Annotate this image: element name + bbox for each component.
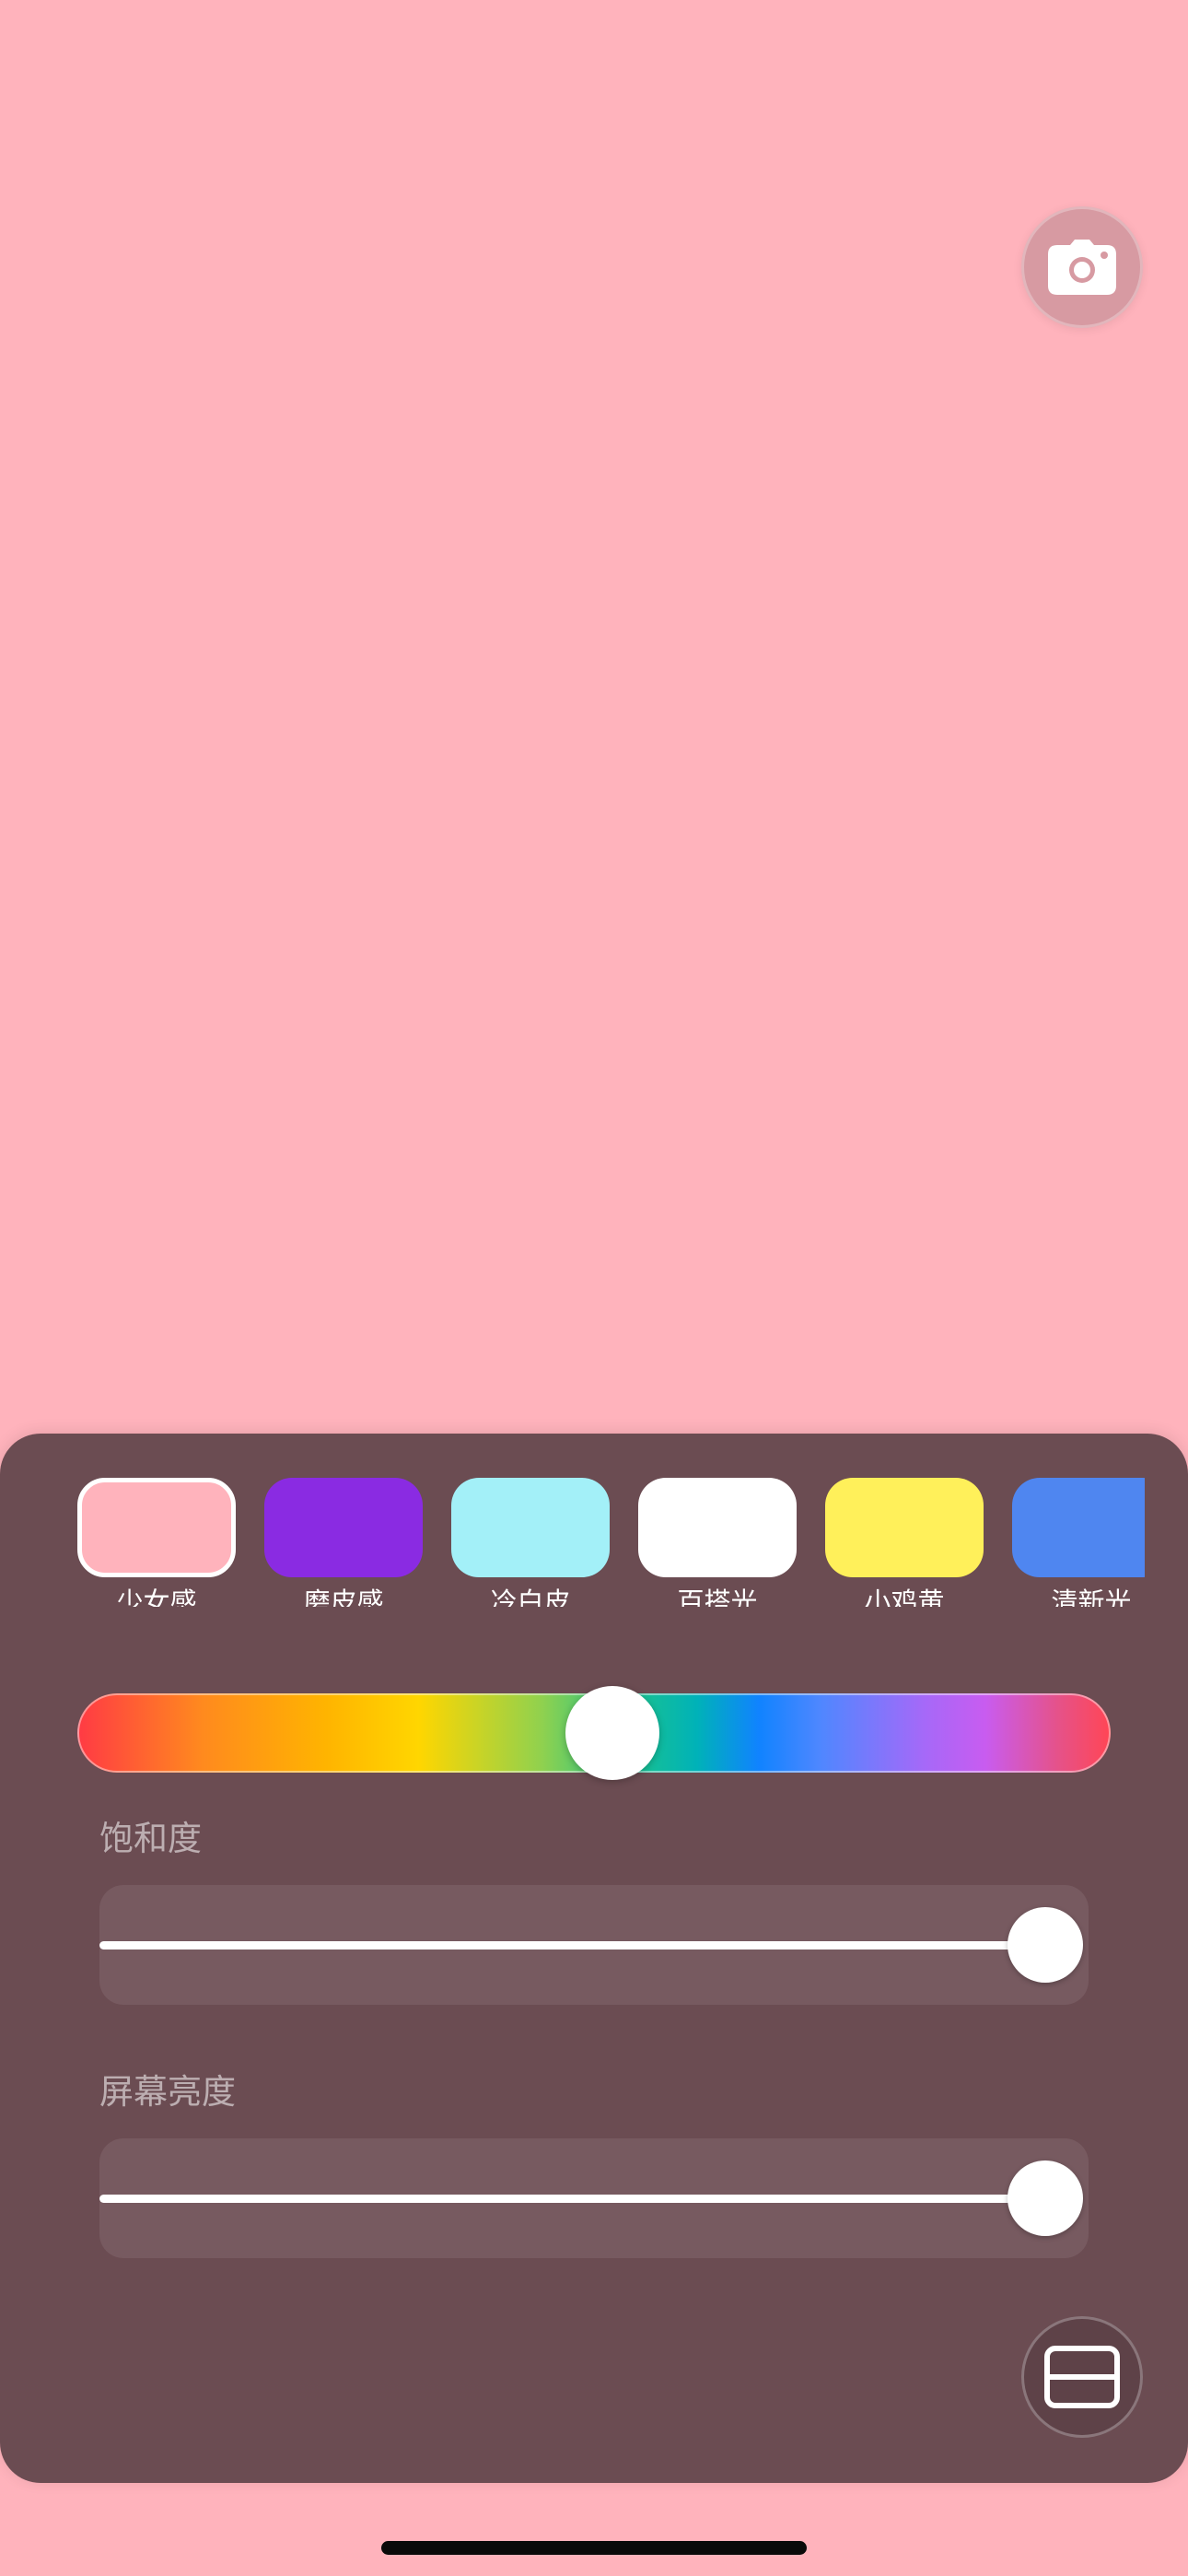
preset-swatch	[264, 1478, 423, 1577]
saturation-slider[interactable]	[99, 1885, 1089, 2005]
split-layout-icon	[1044, 2346, 1120, 2408]
brightness-slider-fill	[99, 2195, 1045, 2203]
preset-label: 百搭光	[677, 1587, 758, 1607]
hue-slider-thumb[interactable]	[565, 1686, 660, 1780]
preset-item[interactable]: 磨皮感	[264, 1478, 423, 1607]
saturation-slider-thumb[interactable]	[1007, 1907, 1083, 1983]
preset-item[interactable]: 清新光	[1012, 1478, 1145, 1607]
preset-item[interactable]: 百搭光	[638, 1478, 797, 1607]
preset-item[interactable]: 少女感	[77, 1478, 236, 1607]
preset-swatch	[1012, 1478, 1145, 1577]
preset-swatch	[825, 1478, 984, 1577]
home-indicator	[381, 2541, 807, 2555]
preset-label: 清新光	[1051, 1587, 1132, 1607]
preset-list: 少女感 磨皮感 冷白皮 百搭光 小鸡黄 清新光	[0, 1478, 1145, 1607]
preset-swatch	[451, 1478, 610, 1577]
control-panel: 少女感 磨皮感 冷白皮 百搭光 小鸡黄 清新光 饱和度 屏幕亮度	[0, 1434, 1188, 2483]
preset-label: 磨皮感	[303, 1587, 384, 1607]
preset-swatch	[638, 1478, 797, 1577]
brightness-slider[interactable]	[99, 2138, 1089, 2258]
camera-icon	[1048, 240, 1116, 295]
preset-label: 冷白皮	[490, 1587, 571, 1607]
camera-button[interactable]	[1021, 206, 1143, 328]
preset-swatch	[77, 1478, 236, 1577]
color-fill-screen: 少女感 磨皮感 冷白皮 百搭光 小鸡黄 清新光 饱和度 屏幕亮度	[0, 0, 1188, 2576]
layout-toggle-button[interactable]	[1021, 2316, 1143, 2438]
brightness-slider-thumb[interactable]	[1007, 2160, 1083, 2236]
preset-label: 小鸡黄	[864, 1587, 945, 1607]
preset-label: 少女感	[116, 1587, 197, 1607]
preset-item[interactable]: 小鸡黄	[825, 1478, 984, 1607]
preset-item[interactable]: 冷白皮	[451, 1478, 610, 1607]
brightness-label: 屏幕亮度	[99, 2072, 236, 2112]
saturation-slider-fill	[99, 1941, 1045, 1950]
saturation-label: 饱和度	[99, 1819, 202, 1858]
